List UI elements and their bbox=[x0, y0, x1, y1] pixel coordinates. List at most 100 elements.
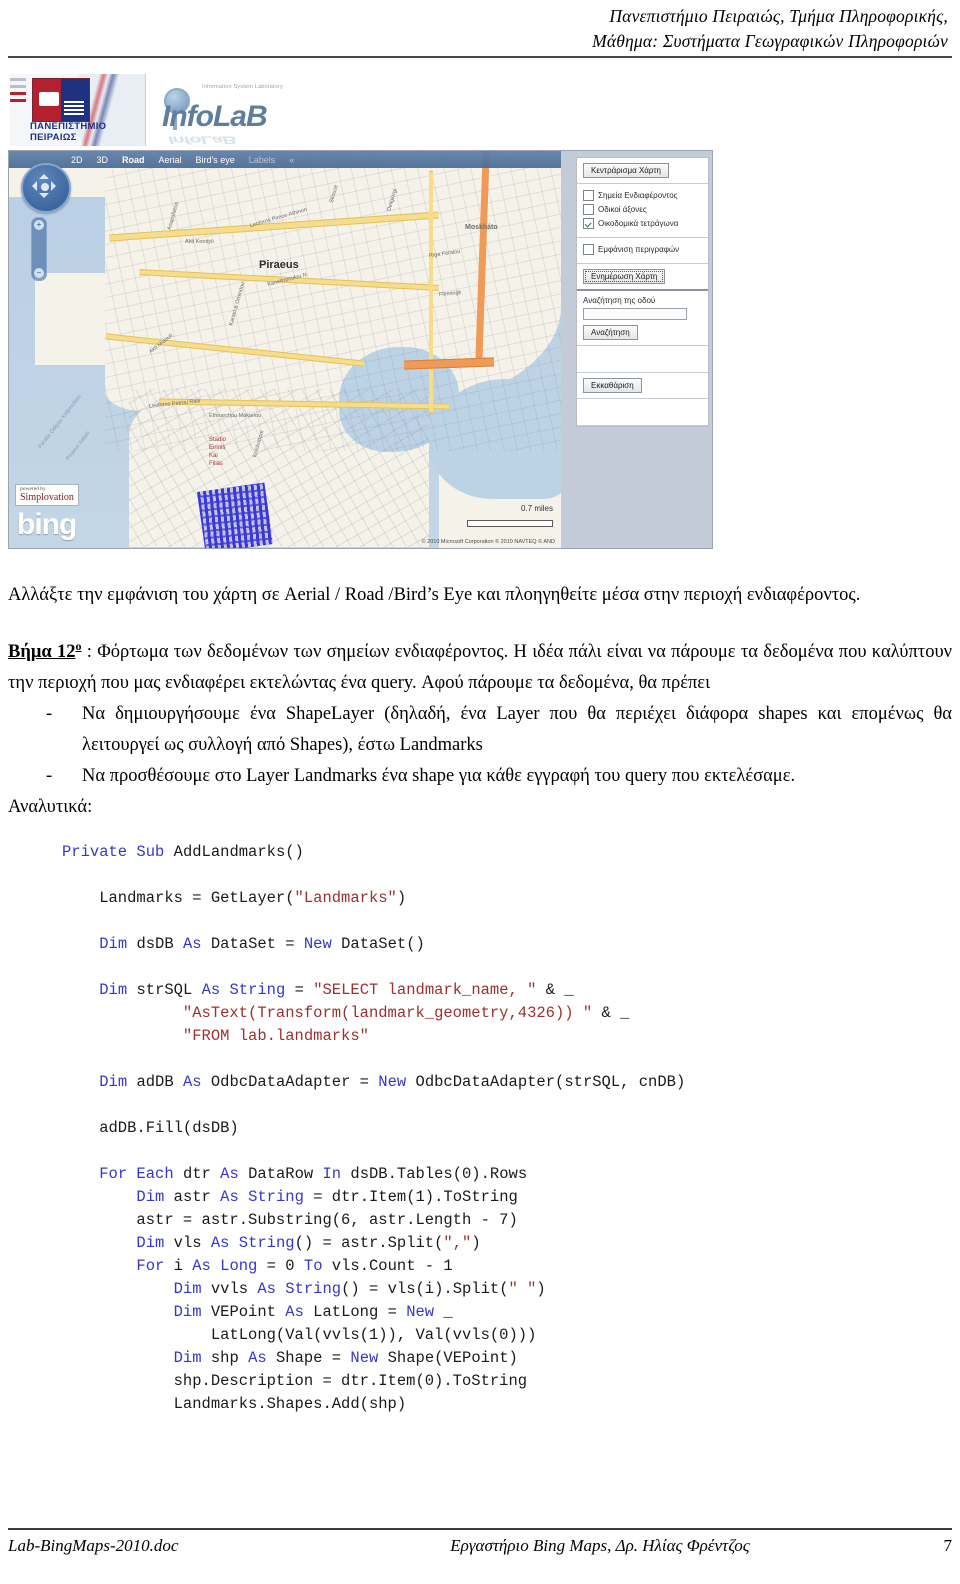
show-descriptions-section: Εμφάνιση περιγραφών bbox=[577, 238, 708, 264]
zoom-out-icon[interactable]: − bbox=[34, 268, 44, 278]
map-scale: 0.7 miles bbox=[467, 504, 553, 532]
code-token: Private bbox=[62, 843, 137, 862]
page-footer: Lab-BingMaps-2010.doc Εργαστήριο Bing Ma… bbox=[8, 1536, 952, 1556]
layer-label-points-of-interest: Σημεία Ενδιαφέροντος bbox=[598, 191, 678, 200]
pan-left-icon[interactable] bbox=[27, 181, 37, 191]
map-toolbar-2d[interactable]: 2D bbox=[71, 155, 83, 165]
layer-row-points-of-interest[interactable]: Σημεία Ενδιαφέροντος bbox=[583, 190, 702, 201]
layer-label-road-axes: Οδικοί άξονες bbox=[598, 205, 647, 214]
code-token: " " bbox=[508, 1280, 537, 1299]
map-label-piraeus: Piraeus bbox=[259, 259, 299, 271]
map-toolbar-aerial[interactable]: Aerial bbox=[159, 155, 182, 165]
bing-logo: bing bbox=[17, 508, 77, 541]
code-token: _ bbox=[443, 1303, 453, 1322]
code-token: ) bbox=[536, 1280, 546, 1299]
street-search-label: Αναζήτηση της οδού bbox=[583, 296, 656, 305]
code-token: vls.Count - 1 bbox=[331, 1257, 453, 1276]
code-token: "Landmarks" bbox=[294, 889, 397, 908]
layer-row-road-axes[interactable]: Οδικοί άξονες bbox=[583, 204, 702, 215]
street-search-section: Αναζήτηση της οδού Αναζήτηση bbox=[577, 291, 708, 346]
code-token: i bbox=[173, 1257, 193, 1276]
pan-center-icon[interactable] bbox=[41, 183, 49, 191]
code-token: astr bbox=[173, 1188, 221, 1207]
layer-row-building-blocks[interactable]: Οικοδομικά τετράγωνα bbox=[583, 218, 702, 229]
code-token: dtr bbox=[182, 1165, 221, 1184]
code-token: shp bbox=[210, 1349, 249, 1368]
map-zoom-slider[interactable]: + − bbox=[31, 217, 47, 281]
checkbox-road-axes[interactable] bbox=[583, 204, 594, 215]
clear-button[interactable]: Εκκαθάριση bbox=[583, 378, 642, 393]
zoom-in-icon[interactable]: + bbox=[34, 220, 44, 230]
layer-label-building-blocks: Οικοδομικά τετράγωνα bbox=[598, 219, 679, 228]
infolab-wordmark: InfoLaB bbox=[162, 100, 268, 133]
code-token: Sub bbox=[136, 843, 174, 862]
pan-right-icon[interactable] bbox=[51, 181, 61, 191]
header-line-1: Πανεπιστήμιο Πειραιώς, Τμήμα Πληροφορική… bbox=[609, 6, 948, 26]
code-token: Shape = bbox=[275, 1349, 351, 1368]
code-token: Long bbox=[220, 1257, 267, 1276]
map-toolbar-labels[interactable]: Labels bbox=[249, 155, 276, 165]
code-token: shp.Description = dtr.Item(0).ToString bbox=[62, 1372, 528, 1391]
map-toolbar-road[interactable]: Road bbox=[122, 155, 145, 165]
layer-checkbox-section: Σημεία Ενδιαφέροντος Οδικοί άξονες Οικοδ… bbox=[577, 184, 708, 238]
code-token: dsDB bbox=[136, 935, 183, 954]
code-token: ) bbox=[396, 889, 407, 908]
map-pan-control[interactable] bbox=[21, 163, 71, 213]
code-token: As bbox=[201, 981, 230, 1000]
application-screenshot: ΠΑΝΕΠΙΣΤΗΜΙΟ ΠΕΙΡΑΙΩΣ Information System… bbox=[8, 72, 713, 549]
center-map-section: Κεντράρισμα Χάρτη bbox=[577, 158, 708, 184]
code-token: AddLandmarks() bbox=[173, 843, 304, 862]
footer-page-number: 7 bbox=[943, 1536, 953, 1555]
code-token: adDB bbox=[136, 1073, 183, 1092]
step-12-bullet-list: Να δημιουργήσουμε ένα ShapeLayer (δηλαδή… bbox=[8, 699, 952, 792]
code-token: As bbox=[285, 1303, 314, 1322]
center-map-button[interactable]: Κεντράρισμα Χάρτη bbox=[583, 163, 669, 178]
code-token: adDB.Fill(dsDB) bbox=[62, 1119, 239, 1138]
code-token: "AsText(Transform(landmark_geometry,4326… bbox=[182, 1004, 593, 1023]
map-application-area: Piraeus Moskháto Stadio Eirinis Kai Fili… bbox=[8, 150, 713, 549]
code-token: "," bbox=[443, 1234, 472, 1253]
street-search-input[interactable] bbox=[583, 308, 687, 320]
map-scale-bar bbox=[467, 520, 553, 527]
code-token: Dim bbox=[99, 935, 137, 954]
map-street-mesh-south bbox=[129, 389, 429, 547]
code-token: DataRow bbox=[248, 1165, 323, 1184]
checkbox-points-of-interest[interactable] bbox=[583, 190, 594, 201]
bing-map-canvas[interactable]: Piraeus Moskháto Stadio Eirinis Kai Fili… bbox=[9, 151, 561, 548]
show-descriptions-label: Εμφάνιση περιγραφών bbox=[598, 245, 680, 254]
pan-up-icon[interactable] bbox=[39, 169, 49, 179]
university-name: ΠΑΝΕΠΙΣΤΗΜΙΟ ΠΕΙΡΑΙΩΣ bbox=[30, 121, 106, 143]
paragraph-step-12: Βήμα 12ο : Φόρτωμα των δεδομένων των σημ… bbox=[8, 631, 952, 699]
map-toolbar-3d[interactable]: 3D bbox=[97, 155, 109, 165]
map-toolbar-collapse-icon[interactable]: « bbox=[289, 155, 294, 165]
footer-filename: Lab-BingMaps-2010.doc bbox=[8, 1536, 179, 1555]
code-token: For bbox=[136, 1257, 174, 1276]
footer-divider bbox=[8, 1528, 952, 1530]
code-token: Dim bbox=[99, 981, 137, 1000]
code-token: As bbox=[210, 1234, 239, 1253]
code-token: As bbox=[192, 1257, 221, 1276]
checkbox-show-descriptions[interactable] bbox=[583, 244, 594, 255]
results-placeholder-section bbox=[577, 346, 708, 373]
checkbox-building-blocks[interactable] bbox=[583, 218, 594, 229]
show-descriptions-row[interactable]: Εμφάνιση περιγραφών bbox=[583, 244, 702, 255]
code-token: As bbox=[182, 1073, 211, 1092]
code-token: OdbcDataAdapter = bbox=[210, 1073, 379, 1092]
pan-down-icon[interactable] bbox=[39, 193, 49, 203]
search-button[interactable]: Αναζήτηση bbox=[583, 325, 638, 340]
map-toolbar-birds-eye[interactable]: Bird's eye bbox=[196, 155, 235, 165]
code-token: = dtr.Item(1).ToString bbox=[313, 1188, 518, 1207]
code-token: Dim bbox=[173, 1349, 211, 1368]
map-view-toolbar[interactable]: 2D 3D Road Aerial Bird's eye Labels « bbox=[9, 151, 561, 168]
code-token: To bbox=[303, 1257, 332, 1276]
code-token: Shape(VEPoint) bbox=[387, 1349, 518, 1368]
banner-stripes-icon bbox=[10, 78, 26, 142]
page-header: Πανεπιστήμιο Πειραιώς, Τμήμα Πληροφορική… bbox=[0, 0, 960, 54]
code-token: "SELECT landmark_name, " bbox=[313, 981, 537, 1000]
code-token: Landmarks.Shapes.Add(shp) bbox=[62, 1395, 407, 1414]
update-map-button[interactable]: Ενημέρωση Χάρτη bbox=[583, 269, 666, 284]
